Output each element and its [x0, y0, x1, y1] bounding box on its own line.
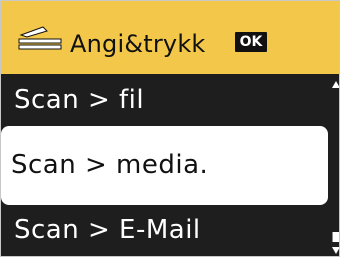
page-title: Angi&trykk [70, 30, 206, 58]
menu-item-scan-to-email[interactable]: Scan > E-Mail [1, 205, 339, 256]
menu-item-scan-to-file[interactable]: Scan > fil [1, 74, 339, 126]
menu-item-scan-to-media[interactable]: Scan > media. [1, 126, 328, 205]
title-bar: Angi&trykk OK [1, 1, 339, 74]
scrollbar-thumb[interactable] [332, 92, 339, 232]
arrow-up-icon[interactable] [332, 81, 339, 88]
ok-badge: OK [235, 32, 267, 52]
lcd-screen: Angi&trykk OK Scan > fil Scan > media. S… [0, 0, 340, 257]
scan-icon [18, 26, 62, 50]
arrow-down-icon[interactable] [332, 247, 339, 254]
